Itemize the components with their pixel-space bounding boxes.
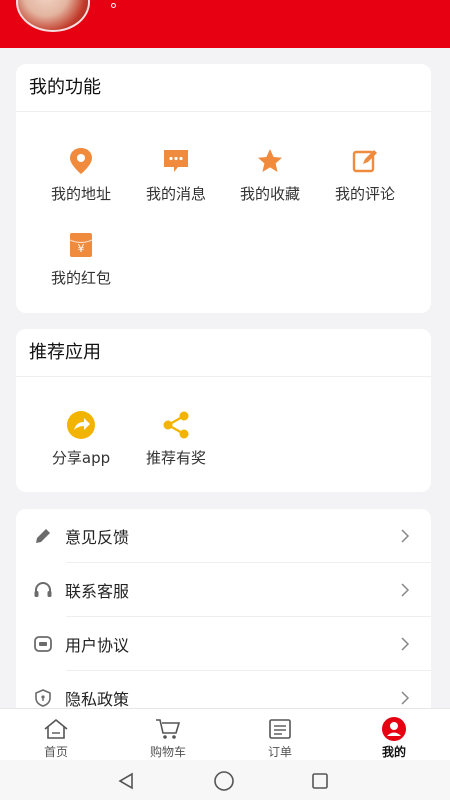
cart-icon bbox=[154, 716, 182, 742]
settings-list-card: 意见反馈 联系客服 用户协议 隐私政策 bbox=[16, 509, 431, 719]
shield-icon bbox=[33, 688, 53, 708]
recents-icon[interactable] bbox=[309, 770, 331, 792]
feedback-label: 意见反馈 bbox=[65, 528, 130, 547]
star-icon bbox=[255, 146, 285, 176]
recommended-apps-title: 推荐应用 bbox=[16, 329, 431, 377]
chevron-right-icon bbox=[398, 637, 412, 651]
red-packet-icon: ¥ bbox=[66, 230, 96, 260]
tab-profile-label: 我的 bbox=[381, 745, 406, 759]
headset-icon bbox=[33, 580, 53, 600]
my-favorites-item[interactable]: 我的收藏 bbox=[223, 146, 317, 204]
profile-header bbox=[0, 0, 450, 48]
share-app-label: 分享app bbox=[51, 449, 111, 467]
tab-home[interactable]: 首页 bbox=[0, 709, 112, 761]
my-address-label: 我的地址 bbox=[50, 185, 111, 203]
bottom-tab-bar: 首页 购物车 订单 我的 bbox=[0, 708, 450, 760]
my-functions-card: 我的功能 我的地址 我的消息 我的收藏 我的评论 ¥ 我的红包 bbox=[16, 64, 431, 313]
share-arrow-icon bbox=[66, 410, 96, 440]
profile-icon bbox=[380, 716, 408, 742]
back-icon[interactable] bbox=[115, 770, 137, 792]
my-red-packet-item[interactable]: ¥ 我的红包 bbox=[34, 230, 128, 288]
tab-orders-label: 订单 bbox=[267, 745, 292, 759]
share-nodes-icon bbox=[161, 410, 191, 440]
recommended-apps-card: 推荐应用 分享app 推荐有奖 bbox=[16, 329, 431, 492]
order-list-icon bbox=[266, 716, 294, 742]
my-address-item[interactable]: 我的地址 bbox=[34, 146, 128, 204]
tab-cart-label: 购物车 bbox=[149, 745, 186, 759]
home-icon bbox=[42, 716, 70, 742]
tab-cart[interactable]: 购物车 bbox=[112, 709, 224, 761]
user-agreement-row[interactable]: 用户协议 bbox=[16, 617, 431, 671]
my-messages-item[interactable]: 我的消息 bbox=[129, 146, 223, 204]
my-red-packet-label: 我的红包 bbox=[50, 269, 111, 287]
customer-service-row[interactable]: 联系客服 bbox=[16, 563, 431, 617]
system-navigation-bar bbox=[0, 760, 450, 800]
feedback-row[interactable]: 意见反馈 bbox=[16, 509, 431, 563]
customer-service-label: 联系客服 bbox=[65, 582, 130, 601]
edit-comment-icon bbox=[350, 146, 380, 176]
home-circle-icon[interactable] bbox=[213, 770, 235, 792]
privacy-policy-label: 隐私政策 bbox=[65, 690, 130, 709]
tab-orders[interactable]: 订单 bbox=[224, 709, 336, 761]
header-dot bbox=[111, 3, 116, 8]
tab-profile[interactable]: 我的 bbox=[338, 709, 450, 761]
pencil-icon bbox=[33, 526, 53, 546]
chevron-right-icon bbox=[398, 583, 412, 597]
tab-home-label: 首页 bbox=[43, 745, 68, 759]
user-agreement-label: 用户协议 bbox=[65, 636, 130, 655]
my-messages-label: 我的消息 bbox=[145, 185, 206, 203]
chevron-right-icon bbox=[398, 691, 412, 705]
avatar[interactable] bbox=[16, 0, 90, 32]
refer-reward-item[interactable]: 推荐有奖 bbox=[129, 410, 223, 468]
my-comments-item[interactable]: 我的评论 bbox=[318, 146, 412, 204]
my-comments-label: 我的评论 bbox=[334, 185, 395, 203]
location-pin-icon bbox=[66, 146, 96, 176]
agreement-icon bbox=[33, 634, 53, 654]
message-bubble-icon bbox=[161, 146, 191, 176]
my-functions-title: 我的功能 bbox=[16, 64, 431, 112]
svg-text:¥: ¥ bbox=[78, 242, 85, 255]
refer-reward-label: 推荐有奖 bbox=[145, 449, 206, 467]
my-favorites-label: 我的收藏 bbox=[239, 185, 300, 203]
share-app-item[interactable]: 分享app bbox=[34, 410, 128, 468]
chevron-right-icon bbox=[398, 529, 412, 543]
